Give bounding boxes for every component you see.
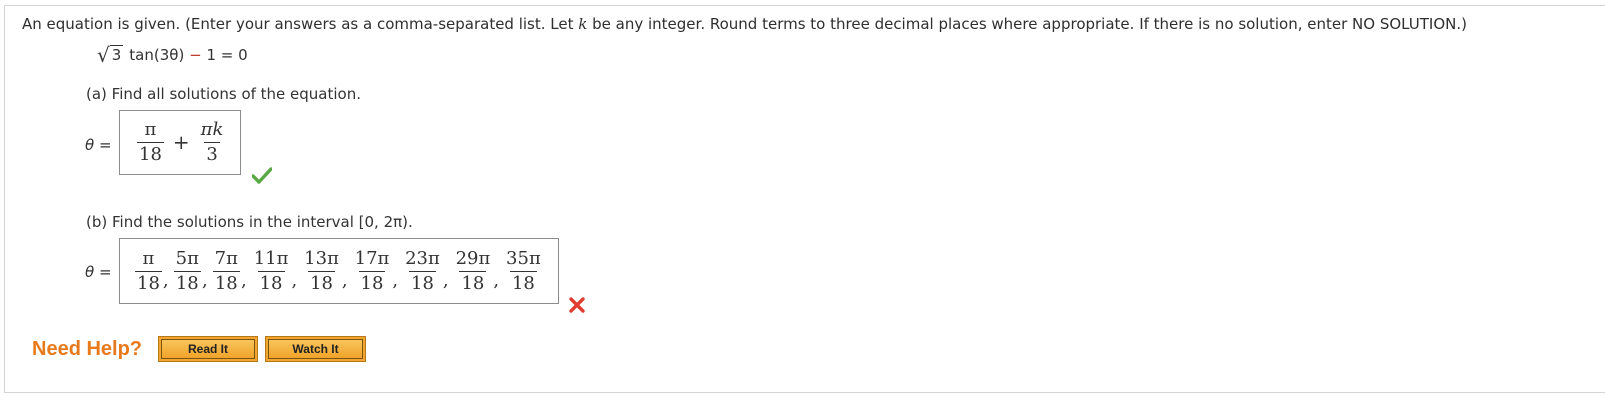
cross-icon (569, 297, 585, 313)
comma-separator: , (442, 269, 449, 291)
plus-sign: + (172, 129, 190, 154)
comma-separator: , (392, 269, 399, 291)
equation-rest: 1 = 0 (206, 46, 248, 64)
equation-op: − (189, 46, 202, 64)
read-it-button[interactable]: Read It (158, 336, 258, 362)
given-equation: √ 3 tan(3θ) − 1 = 0 (97, 43, 248, 67)
part-a-question: (a) Find all solutions of the equation. (86, 85, 362, 103)
comma-separator: , (162, 269, 169, 291)
fraction-term: 11π 18 (253, 247, 289, 294)
fraction-term: 23π 18 (405, 247, 440, 294)
fraction-term: 7π 18 (212, 247, 240, 294)
fraction-term: 5π 18 (173, 247, 201, 294)
fraction-term: 17π 18 (354, 247, 390, 294)
comma-separator: , (240, 269, 247, 291)
sqrt-content: 3 (109, 45, 124, 64)
comma-separator: , (201, 269, 208, 291)
sqrt-symbol: √ (97, 43, 110, 67)
part-b-question: (b) Find the solutions in the interval [… (86, 213, 413, 231)
part-a-answer-box[interactable]: π 18 + πk 3 (119, 110, 241, 175)
need-help-label: Need Help? (32, 338, 143, 360)
check-icon (252, 167, 272, 184)
fraction-term: 29π 18 (455, 247, 491, 294)
fraction-term: 35π 18 (506, 247, 541, 294)
fraction-term: π 18 (137, 119, 164, 165)
part-b-answer-box[interactable]: π 18, 5π 18, 7π 18, 11π 18, 13π 18, 17π 18, 23π 18, 29… (119, 238, 559, 304)
fraction-term: πk 3 (200, 119, 224, 165)
part-b-theta-label: θ = (85, 263, 112, 281)
comma-separator: , (291, 269, 298, 291)
comma-separator: , (341, 269, 348, 291)
equation-expr: tan(3θ) (129, 46, 185, 64)
fraction-term: π 18 (135, 247, 162, 294)
watch-it-button[interactable]: Watch It (265, 336, 366, 362)
fraction-term: 13π 18 (304, 247, 339, 294)
instructions-text: An equation is given. (Enter your answer… (22, 15, 1467, 33)
comma-separator: , (493, 269, 500, 291)
part-a-theta-label: θ = (85, 136, 112, 154)
variable-k: k (578, 15, 588, 33)
